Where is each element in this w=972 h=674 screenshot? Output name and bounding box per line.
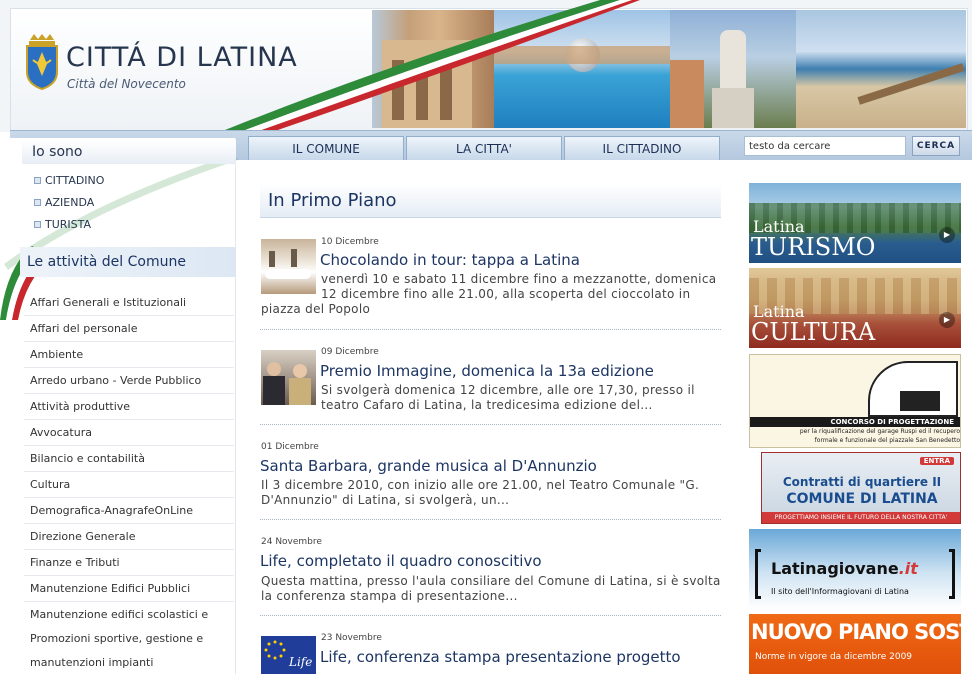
banner-latinagiovane[interactable]: Latinagiovane.it Il sito dell'Informagio… xyxy=(749,529,961,609)
concorso-title: CONCORSO DI PROGETTAZIONE xyxy=(750,417,960,427)
news-summary-line: piazza del Popolo xyxy=(261,302,371,316)
sidebar-item-arredo-urbano[interactable]: Arredo urbano - Verde Pubblico xyxy=(24,368,234,394)
tab-il-comune[interactable]: IL COMUNE xyxy=(248,136,404,160)
news-title-link[interactable]: Life, completato il quadro conoscitivo xyxy=(260,552,542,570)
header-photo-statue xyxy=(670,10,796,128)
iosono-item-cittadino[interactable]: CITTADINO xyxy=(34,174,104,187)
site-title[interactable]: CITTÁ DI LATINA xyxy=(66,42,298,73)
news-date: 10 Dicembre xyxy=(321,237,379,247)
bullet-icon xyxy=(34,221,41,228)
news-summary: D'Annunzio" di Latina, si svolgerà, un..… xyxy=(261,493,721,508)
news-summary-line: Si svolgerà domenica 12 dicembre, alle o… xyxy=(321,383,695,397)
banner-latina-turismo[interactable]: Latina TURISMO ▶ xyxy=(749,183,961,263)
concorso-subtitle: per la riqualificazione del garage Ruspi… xyxy=(799,428,960,435)
entra-badge[interactable]: ENTRA xyxy=(919,457,954,465)
banner-big-text: CULTURA xyxy=(751,318,876,346)
sidebar-item-ambiente[interactable]: Ambiente xyxy=(24,342,234,368)
iosono-item-label: TURISTA xyxy=(45,218,92,231)
latinagiovane-logo-text: Latinagiovane xyxy=(771,559,899,578)
news-separator xyxy=(260,519,721,520)
news-summary: teatro Cafaro di Latina, la tredicesima … xyxy=(321,398,721,413)
news-summary-line: 12 dicembre fino alle 21.00, alla scoper… xyxy=(321,287,691,301)
sidebar-item-avvocatura[interactable]: Avvocatura xyxy=(24,420,234,446)
sosta-subtitle: Norme in vigore da dicembre 2009 xyxy=(755,652,913,662)
news-summary: 12 dicembre fino alle 21.00, alla scoper… xyxy=(321,287,721,302)
news-summary: la conferenza stampa di presentazione... xyxy=(261,589,721,604)
city-crest-icon[interactable] xyxy=(24,34,60,90)
news-separator xyxy=(260,424,721,425)
sosta-title: NUOVO PIANO SOSTA xyxy=(751,620,961,644)
news-thumbnail-life[interactable]: Life xyxy=(261,636,316,674)
header-photo-building xyxy=(372,10,494,128)
news-title-link[interactable]: Premio Immagine, domenica la 13a edizion… xyxy=(320,362,654,380)
site-subtitle: Città del Novecento xyxy=(67,77,186,91)
banner-nuovo-piano-sosta[interactable]: NUOVO PIANO SOSTA Norme in vigore da dic… xyxy=(749,614,961,674)
search-button[interactable]: CERCA xyxy=(912,136,960,156)
news-thumbnail-premio[interactable] xyxy=(261,350,316,405)
news-summary-line: Il 3 dicembre 2010, con inizio alle ore … xyxy=(261,478,700,492)
news-summary-line: D'Annunzio" di Latina, si svolgerà, un..… xyxy=(261,493,510,507)
sidebar-item-direzione-generale[interactable]: Direzione Generale xyxy=(24,524,234,550)
header-photo-fountain xyxy=(494,10,670,128)
section-title: In Primo Piano xyxy=(260,184,721,218)
news-summary: venerdì 10 e sabato 11 dicembre fino a m… xyxy=(321,272,721,287)
eu-stars-icon: Life xyxy=(264,640,312,669)
news-summary-line: la conferenza stampa di presentazione... xyxy=(261,589,518,603)
news-title-link[interactable]: Life, conferenza stampa presentazione pr… xyxy=(320,648,681,666)
play-arrow-icon: ▶ xyxy=(939,227,955,243)
site-header: CITTÁ DI LATINA Città del Novecento xyxy=(0,0,972,132)
latinagiovane-logo-suffix: .it xyxy=(898,559,918,578)
iosono-item-turista[interactable]: TURISTA xyxy=(34,218,91,231)
news-date: 01 Dicembre xyxy=(261,442,319,452)
latinagiovane-subtitle: Il sito dell'Informagiovani di Latina xyxy=(771,587,909,596)
tab-il-cittadino[interactable]: IL CITTADINO xyxy=(564,136,720,160)
sidebar-item-finanze-tributi[interactable]: Finanze e Tributi xyxy=(24,550,234,576)
sidebar-item-manutenzioni-impianti[interactable]: manutenzioni impianti xyxy=(24,651,234,674)
news-summary: Questa mattina, presso l'aula consiliare… xyxy=(261,574,721,589)
sidebar-item-promozioni-sportive[interactable]: Promozioni sportive, gestione e xyxy=(24,627,234,651)
news-summary: Il 3 dicembre 2010, con inizio alle ore … xyxy=(261,478,721,493)
sidebar-item-cultura[interactable]: Cultura xyxy=(24,472,234,498)
sidebar-item-manutenzione-edifici[interactable]: Manutenzione Edifici Pubblici xyxy=(24,576,234,602)
banner-latina-cultura[interactable]: Latina CULTURA ▶ xyxy=(749,268,961,348)
sidebar-item-demografica[interactable]: Demografica-AnagrafeOnLine xyxy=(24,498,234,524)
iosono-item-label: CITTADINO xyxy=(45,174,105,187)
iosono-item-label: AZIENDA xyxy=(45,196,95,209)
search-input[interactable] xyxy=(744,136,906,156)
news-thumbnail-chocolando[interactable] xyxy=(261,239,316,294)
news-summary-line: Questa mattina, presso l'aula consiliare… xyxy=(261,574,721,588)
bullet-icon xyxy=(34,199,41,206)
banner-contratti-quartiere[interactable]: ENTRA Contratti di quartiere II COMUNE D… xyxy=(761,452,961,524)
bullet-icon xyxy=(34,177,41,184)
play-arrow-icon: ▶ xyxy=(939,312,955,328)
sidebar-item-bilancio[interactable]: Bilancio e contabilità xyxy=(24,446,234,472)
news-summary-line: venerdì 10 e sabato 11 dicembre fino a m… xyxy=(321,272,717,286)
sidebar-item-attivita-produttive[interactable]: Attività produttive xyxy=(24,394,234,420)
contratti-line2: COMUNE DI LATINA xyxy=(786,491,938,507)
news-date: 09 Dicembre xyxy=(321,347,379,357)
tab-la-citta[interactable]: LA CITTA' xyxy=(406,136,562,160)
svg-text:Life: Life xyxy=(288,655,312,669)
sidebar-item-affari-personale[interactable]: Affari del personale xyxy=(24,316,234,342)
news-separator xyxy=(260,329,721,330)
iosono-heading: Io sono xyxy=(22,140,236,164)
news-title-link[interactable]: Chocolando in tour: tappa a Latina xyxy=(320,251,580,269)
news-summary: piazza del Popolo xyxy=(261,302,721,317)
contratti-line3: PROGETTIAMO INSIEME IL FUTURO DELLA NOST… xyxy=(762,512,960,523)
contratti-line1: Contratti di quartiere II xyxy=(782,475,942,489)
banner-big-text: TURISMO xyxy=(751,233,876,261)
sidebar-item-manutenzione-scolastici[interactable]: Manutenzione edifici scolastici e xyxy=(24,603,234,627)
news-date: 24 Novembre xyxy=(261,537,322,547)
news-separator xyxy=(260,615,721,616)
iosono-item-azienda[interactable]: AZIENDA xyxy=(34,196,94,209)
news-date: 23 Novembre xyxy=(321,633,382,643)
news-summary-line: teatro Cafaro di Latina, la tredicesima … xyxy=(321,398,653,412)
banner-concorso-progettazione[interactable]: CONCORSO DI PROGETTAZIONE per la riquali… xyxy=(749,354,961,448)
header-photo-beach xyxy=(796,10,966,128)
sidebar-item-affari-generali[interactable]: Affari Generali e Istituzionali xyxy=(24,290,234,316)
news-summary: Si svolgerà domenica 12 dicembre, alle o… xyxy=(321,383,721,398)
news-title-link[interactable]: Santa Barbara, grande musica al D'Annunz… xyxy=(260,457,597,475)
attivita-heading: Le attività del Comune xyxy=(20,247,236,277)
concorso-subtitle: formale e funzionale del piazzale San Be… xyxy=(814,437,960,444)
